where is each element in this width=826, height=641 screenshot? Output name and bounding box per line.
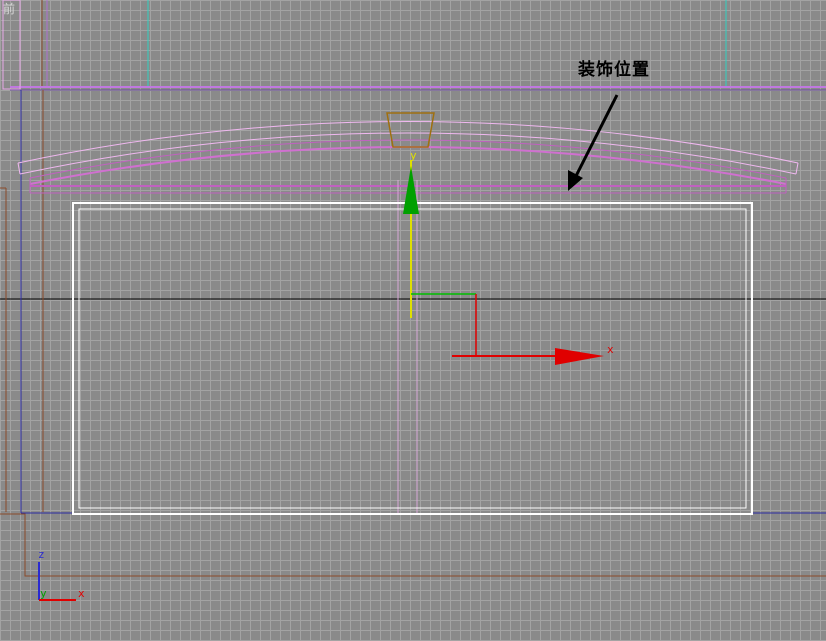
- annotation-arrow-line: [573, 94, 619, 179]
- annotation-arrowhead: [568, 170, 583, 191]
- selection-frame-inner: [78, 208, 747, 509]
- arc-outer-top: [17, 121, 799, 164]
- tripod-y-label: y: [40, 587, 47, 600]
- viewport-label[interactable]: 前: [3, 2, 15, 16]
- arc-outer-bottom: [19, 132, 797, 175]
- gizmo-x-arrow: [555, 348, 604, 365]
- left-brown-foot: [0, 513, 826, 577]
- gizmo-y-label: y: [410, 149, 417, 162]
- arc-right-cap: [795, 162, 799, 175]
- arc-left-cap: [17, 162, 21, 175]
- tripod-z-label: z: [38, 548, 45, 561]
- arc-inner-1: [29, 139, 787, 179]
- scene-geometry: [0, 0, 826, 601]
- front-viewport[interactable]: 前 装饰位置 y x z y x: [0, 0, 826, 641]
- selection-frame-outer: [72, 202, 753, 515]
- annotation-label: 装饰位置: [578, 60, 650, 80]
- keystone: [386, 112, 435, 148]
- gizmo-x-label: x: [607, 343, 614, 356]
- tripod-x-label: x: [78, 587, 85, 600]
